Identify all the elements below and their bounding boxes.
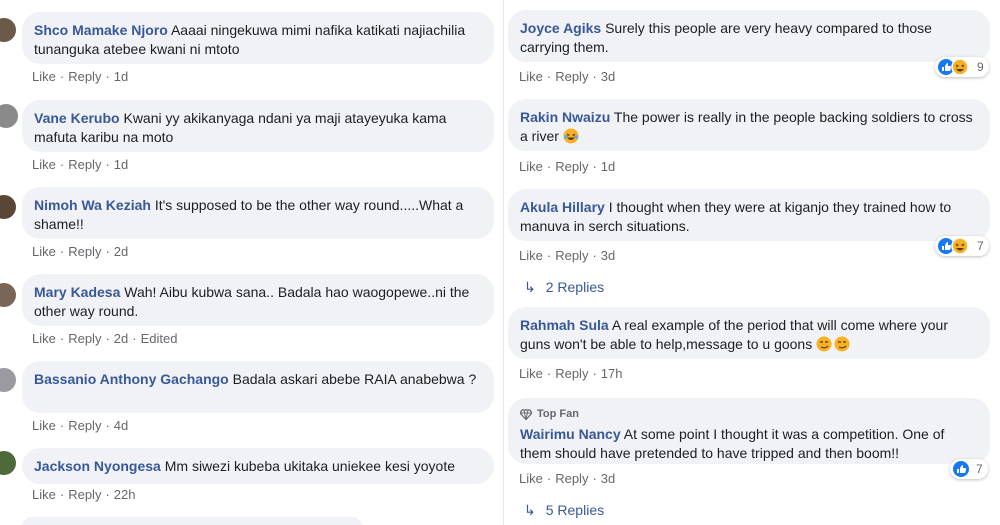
reply-link[interactable]: Reply	[68, 487, 101, 502]
like-link[interactable]: Like	[519, 366, 543, 381]
like-link[interactable]: Like	[32, 418, 56, 433]
reaction-icons	[938, 237, 969, 255]
replies-count: 5 Replies	[545, 502, 605, 518]
comment-bubble: Shco Mamake Njoro Aaaai ningekuwa mimi n…	[22, 12, 494, 64]
like-link[interactable]: Like	[32, 331, 56, 346]
commenter-name[interactable]: Bassanio Anthony Gachango	[34, 371, 229, 387]
laugh-emoji	[563, 128, 579, 144]
view-replies-link[interactable]: ↳ 5 Replies	[524, 502, 604, 519]
comment-actions: Like · Reply · 2d · Edited	[32, 331, 178, 346]
reply-link[interactable]: Reply	[68, 418, 101, 433]
comment-bubble: Jackson Nyongesa Mm siwezi kubeba ukitak…	[22, 448, 494, 484]
column-divider	[503, 0, 504, 525]
like-link[interactable]: Like	[32, 157, 56, 172]
reply-link[interactable]: Reply	[555, 159, 588, 174]
commenter-name[interactable]: Akula Hillary	[520, 199, 605, 215]
comment-bubble: Nimoh Wa Keziah It's supposed to be the …	[22, 187, 494, 239]
replies-count: 2 Replies	[545, 279, 605, 295]
timestamp[interactable]: 2d	[114, 331, 128, 346]
view-replies-link[interactable]: ↳ 2 Replies	[524, 279, 604, 296]
like-link[interactable]: Like	[519, 69, 543, 84]
reaction-summary[interactable]: 9	[935, 57, 989, 77]
reply-arrow-icon: ↳	[524, 279, 536, 295]
commenter-name[interactable]: Rakin Nwaizu	[520, 109, 610, 125]
comment-actions: Like · Reply · 3d	[519, 248, 616, 263]
like-link[interactable]: Like	[32, 487, 56, 502]
comment-actions: Like · Reply · 3d	[519, 471, 616, 486]
timestamp[interactable]: 3d	[601, 69, 615, 84]
like-link[interactable]: Like	[519, 159, 543, 174]
reaction-icons	[938, 58, 969, 76]
like-link[interactable]: Like	[519, 471, 543, 486]
commenter-name[interactable]: Vane Kerubo	[34, 110, 120, 126]
comment-bubble: Akula Hillary I thought when they were a…	[508, 189, 990, 241]
commenter-name[interactable]: Joyce Agiks	[520, 20, 601, 36]
avatar[interactable]	[0, 104, 18, 128]
reply-link[interactable]: Reply	[555, 471, 588, 486]
timestamp[interactable]: 22h	[114, 487, 136, 502]
timestamp[interactable]: 17h	[601, 366, 623, 381]
comment-bubble: Joyce Agiks Surely this people are very …	[508, 10, 990, 62]
comment-bubble: Bassanio Anthony Gachango Badala askari …	[22, 361, 494, 413]
comment-actions: Like · Reply · 1d	[519, 159, 616, 174]
avatar[interactable]	[0, 283, 16, 307]
commenter-name[interactable]: Rahmah Sula	[520, 317, 609, 333]
top-fan-label: Top Fan	[537, 408, 579, 420]
timestamp[interactable]: 3d	[601, 471, 615, 486]
comment-bubble: Rakin Nwaizu The power is really in the …	[508, 99, 990, 151]
avatar[interactable]	[0, 368, 16, 392]
comment-actions: Like · Reply · 1d	[32, 69, 129, 84]
comment-text: Badala askari abebe RAIA anabebwa ?	[232, 371, 477, 387]
comment-bubble: Rahmah Sula A real example of the period…	[508, 307, 990, 359]
timestamp[interactable]: 2d	[114, 244, 128, 259]
comment-bubble: Vane Kerubo Kwani yy akikanyaga ndani ya…	[22, 100, 494, 152]
edited-label: Edited	[140, 331, 178, 346]
diamond-icon	[520, 409, 532, 420]
comment-actions: Like · Reply · 3d	[519, 69, 616, 84]
reply-link[interactable]: Reply	[555, 366, 588, 381]
haha-icon	[951, 58, 969, 76]
reply-arrow-icon: ↳	[524, 502, 536, 518]
reply-link[interactable]: Reply	[555, 69, 588, 84]
comment-actions: Like · Reply · 17h	[519, 366, 623, 381]
timestamp[interactable]: 1d	[114, 157, 128, 172]
reaction-count: 9	[977, 60, 984, 74]
avatar[interactable]	[0, 18, 16, 42]
commenter-name[interactable]: Wairimu Nancy	[520, 426, 621, 442]
reaction-summary[interactable]: 7	[950, 459, 988, 479]
comment-actions: Like · Reply · 4d	[32, 418, 129, 433]
reaction-count: 7	[977, 239, 984, 253]
haha-icon	[951, 237, 969, 255]
like-link[interactable]: Like	[32, 69, 56, 84]
timestamp[interactable]: 1d	[601, 159, 615, 174]
reply-link[interactable]: Reply	[555, 248, 588, 263]
top-fan-badge: Top Fan	[520, 405, 978, 424]
comment-bubble: Mary Kadesa Wah! Aibu kubwa sana.. Badal…	[22, 274, 494, 326]
reply-link[interactable]: Reply	[68, 69, 101, 84]
reply-link[interactable]: Reply	[68, 157, 101, 172]
reaction-count: 7	[976, 462, 983, 476]
comment-bubble-partial	[22, 517, 362, 525]
smirk-emoji	[816, 336, 850, 352]
commenter-name[interactable]: Shco Mamake Njoro	[34, 22, 168, 38]
avatar[interactable]	[0, 451, 16, 475]
comment-actions: Like · Reply · 1d	[32, 157, 129, 172]
timestamp[interactable]: 4d	[114, 418, 128, 433]
timestamp[interactable]: 3d	[601, 248, 615, 263]
timestamp[interactable]: 1d	[114, 69, 128, 84]
like-link[interactable]: Like	[32, 244, 56, 259]
commenter-name[interactable]: Jackson Nyongesa	[34, 458, 161, 474]
like-link[interactable]: Like	[519, 248, 543, 263]
avatar[interactable]	[0, 195, 16, 219]
commenter-name[interactable]: Nimoh Wa Keziah	[34, 197, 151, 213]
reply-link[interactable]: Reply	[68, 244, 101, 259]
comment-actions: Like · Reply · 22h	[32, 487, 136, 502]
reaction-icons	[953, 461, 969, 477]
reaction-summary[interactable]: 7	[935, 236, 989, 256]
comment-actions: Like · Reply · 2d	[32, 244, 129, 259]
comment-bubble: Top Fan Wairimu Nancy At some point I th…	[508, 398, 990, 464]
comment-text: Mm siwezi kubeba ukitaka uniekee kesi yo…	[164, 458, 455, 474]
reply-link[interactable]: Reply	[68, 331, 101, 346]
commenter-name[interactable]: Mary Kadesa	[34, 284, 120, 300]
